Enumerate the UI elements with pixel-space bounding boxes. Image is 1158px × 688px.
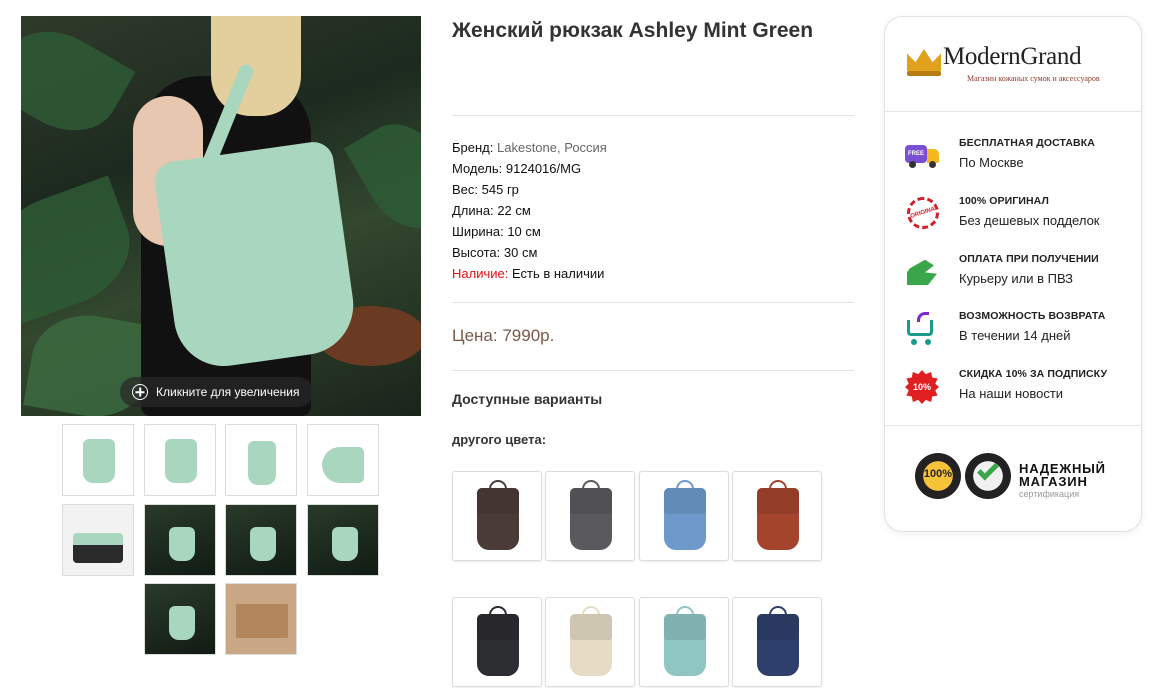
- return-cart-icon: [905, 312, 941, 345]
- thumbnail[interactable]: [144, 583, 216, 655]
- thumbnail[interactable]: [307, 424, 379, 496]
- thumbnail[interactable]: [307, 504, 379, 576]
- shop-logo[interactable]: ModernGrand Магазин кожаных сумок и аксе…: [907, 43, 1127, 113]
- product-specs: Бренд: Lakestone, Россия Модель: 9124016…: [452, 137, 607, 284]
- discount-burst-icon: 10%: [905, 370, 941, 404]
- color-variant-swatch[interactable]: [732, 471, 822, 561]
- quality-seal-icon: 100%: [915, 453, 961, 499]
- shop-benefits-card: ModernGrand Магазин кожаных сумок и аксе…: [884, 16, 1142, 532]
- brand-link[interactable]: Lakestone, Россия: [497, 140, 607, 155]
- spec-weight: Вес: 545 гр: [452, 182, 519, 197]
- feature-free-delivery: FREE БЕСПЛАТНАЯ ДОСТАВКА По Москве: [905, 137, 1135, 181]
- crown-icon: [907, 49, 941, 71]
- variants-title: Доступные варианты: [452, 391, 603, 407]
- thumbnail[interactable]: [225, 504, 297, 576]
- color-variant-swatch[interactable]: [639, 471, 729, 561]
- spec-model: Модель: 9124016/MG: [452, 161, 582, 176]
- zoom-hint[interactable]: Кликните для увеличения: [120, 377, 314, 407]
- spec-stock: Наличие: Есть в наличии: [452, 266, 605, 281]
- color-variant-swatch[interactable]: [545, 597, 635, 687]
- zoom-hint-label: Кликните для увеличения: [156, 385, 300, 399]
- product-price: Цена: 7990р.: [452, 326, 555, 345]
- color-variant-swatch[interactable]: [545, 471, 635, 561]
- thumbnail[interactable]: [144, 424, 216, 496]
- main-product-photo[interactable]: Кликните для увеличения: [21, 16, 421, 416]
- thumbnail[interactable]: [144, 504, 216, 576]
- thumbnail[interactable]: [62, 504, 134, 576]
- spec-width: Ширина: 10 см: [452, 224, 541, 239]
- zoom-plus-icon: [132, 384, 148, 400]
- original-stamp-icon: ORIGINAL: [902, 192, 944, 234]
- divider: [452, 115, 854, 116]
- thumbnail[interactable]: [225, 583, 297, 655]
- spec-length: Длина: 22 см: [452, 203, 531, 218]
- cash-on-delivery-icon: [905, 255, 941, 285]
- thumbnail[interactable]: [62, 424, 134, 496]
- spec-height: Высота: 30 см: [452, 245, 538, 260]
- thumbnail[interactable]: [225, 424, 297, 496]
- other-color-label: другого цвета:: [452, 432, 547, 447]
- feature-original: ORIGINAL 100% ОРИГИНАЛ Без дешевых подде…: [902, 192, 1135, 239]
- color-variant-swatch[interactable]: [732, 597, 822, 687]
- color-variant-swatch[interactable]: [452, 471, 542, 561]
- reliability-check-icon: [965, 453, 1011, 499]
- feature-discount: 10% СКИДКА 10% ЗА ПОДПИСКУ На наши новос…: [905, 368, 1135, 412]
- spec-brand: Бренд: Lakestone, Россия: [452, 140, 607, 155]
- divider: [452, 302, 854, 303]
- delivery-truck-icon: FREE: [905, 139, 941, 169]
- color-variant-swatch[interactable]: [452, 597, 542, 687]
- feature-returns: ВОЗМОЖНОСТЬ ВОЗВРАТА В течении 14 дней: [905, 310, 1135, 354]
- feature-cash-on-delivery: ОПЛАТА ПРИ ПОЛУЧЕНИИ Курьеру или в ПВЗ: [905, 253, 1135, 297]
- product-title: Женский рюкзак Ashley Mint Green: [452, 19, 814, 42]
- divider: [452, 370, 854, 371]
- trusted-shop-badge: 100% НАДЕЖНЫЙ МАГАЗИН сертификация: [915, 453, 1125, 503]
- color-variant-swatch[interactable]: [639, 597, 729, 687]
